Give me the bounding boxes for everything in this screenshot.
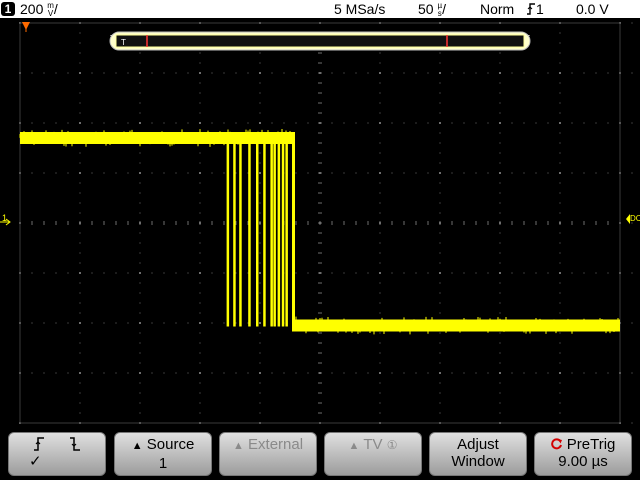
- time-per-div: 50 µ s/: [418, 1, 446, 18]
- rotate-knob-icon: [550, 438, 562, 450]
- memory-overview-bar[interactable]: T: [109, 31, 531, 51]
- source-label-row: ▲ Source: [115, 436, 211, 455]
- slope-checkmark: ✓: [29, 453, 42, 470]
- trigger-source: 1: [536, 1, 544, 17]
- external-label-row: ▲ External: [220, 436, 316, 455]
- waveform-display[interactable]: T 1 DC: [0, 18, 640, 464]
- channel-badge: 1: [1, 2, 15, 16]
- trigger-level-marker[interactable]: DC: [626, 214, 640, 224]
- pretrig-value: 9.00 µs: [558, 453, 608, 470]
- window-label: Window: [451, 453, 505, 470]
- rising-edge-icon: [527, 3, 535, 15]
- source-softkey[interactable]: ▲ Source 1: [114, 432, 212, 476]
- channel-1-trace: [19, 129, 620, 335]
- status-bar: 1 200 m V/ 5 MSa/s 50 µ s/ Norm 1 0.0 V: [0, 0, 640, 18]
- glitch-pulse: [233, 138, 236, 327]
- low-level-band: [293, 319, 620, 332]
- softkey-bar: ✓ ▲ Source 1 ▲ External ▲ TV ① Adjust Wi…: [0, 426, 640, 480]
- glitch-pulse: [263, 138, 266, 327]
- falling-edge-icon: [70, 437, 80, 451]
- tv-channel-badge: ①: [386, 438, 398, 452]
- volts-per-div-unit: mV: [47, 2, 54, 18]
- volts-unit-bottom: V: [47, 9, 54, 18]
- glitch-pulse: [281, 138, 285, 327]
- tv-label-row: ▲ TV ①: [325, 436, 421, 455]
- up-arrow-icon: ▲: [348, 440, 360, 452]
- rising-edge-icon: [34, 437, 44, 451]
- volts-per-div-value: 200: [20, 1, 44, 17]
- trigger-mode: Norm: [480, 1, 515, 17]
- glitch-pulse: [239, 138, 242, 327]
- external-softkey[interactable]: ▲ External: [219, 432, 317, 476]
- pretrig-label: PreTrig: [566, 436, 616, 453]
- glitch-pulse: [270, 138, 273, 327]
- up-arrow-icon: ▲: [131, 440, 143, 452]
- glitch-pulse: [285, 138, 288, 327]
- tv-softkey[interactable]: ▲ TV ①: [324, 432, 422, 476]
- overview-trigger-marker: T: [121, 38, 126, 47]
- trigger-slope: 1: [526, 0, 544, 18]
- adjust-label: Adjust: [457, 436, 499, 453]
- waveform-svg[interactable]: T 1 DC: [0, 18, 640, 464]
- pretrig-softkey[interactable]: PreTrig 9.00 µs: [534, 432, 632, 476]
- up-arrow-icon: ▲: [232, 440, 244, 452]
- glitch-pulse: [277, 138, 281, 327]
- slope-softkey[interactable]: ✓: [8, 432, 106, 476]
- time-per-div-unit: µs: [437, 2, 442, 18]
- trigger-level-marker-label: DC: [630, 214, 640, 223]
- trigger-level: 0.0 V: [576, 1, 609, 17]
- glitch-pulse: [273, 138, 276, 327]
- source-label: Source: [146, 436, 195, 453]
- external-label: External: [248, 436, 304, 453]
- channel-1-ground-marker[interactable]: 1: [0, 213, 11, 226]
- time-per-div-value: 50: [418, 1, 434, 17]
- volts-per-div: 200 m V/: [20, 1, 58, 18]
- sample-rate: 5 MSa/s: [334, 1, 386, 17]
- falling-edge: [292, 132, 295, 332]
- glitch-pulse: [248, 138, 251, 327]
- source-value: 1: [158, 455, 168, 472]
- pretrig-label-row: PreTrig: [535, 436, 631, 453]
- time-unit-bottom: s: [437, 9, 442, 18]
- adjust-window-softkey[interactable]: Adjust Window: [429, 432, 527, 476]
- tv-label: TV: [363, 436, 383, 453]
- graticule: [19, 22, 633, 464]
- slope-icons: [9, 436, 105, 453]
- glitch-pulse: [226, 138, 230, 327]
- glitch-pulse: [256, 138, 259, 327]
